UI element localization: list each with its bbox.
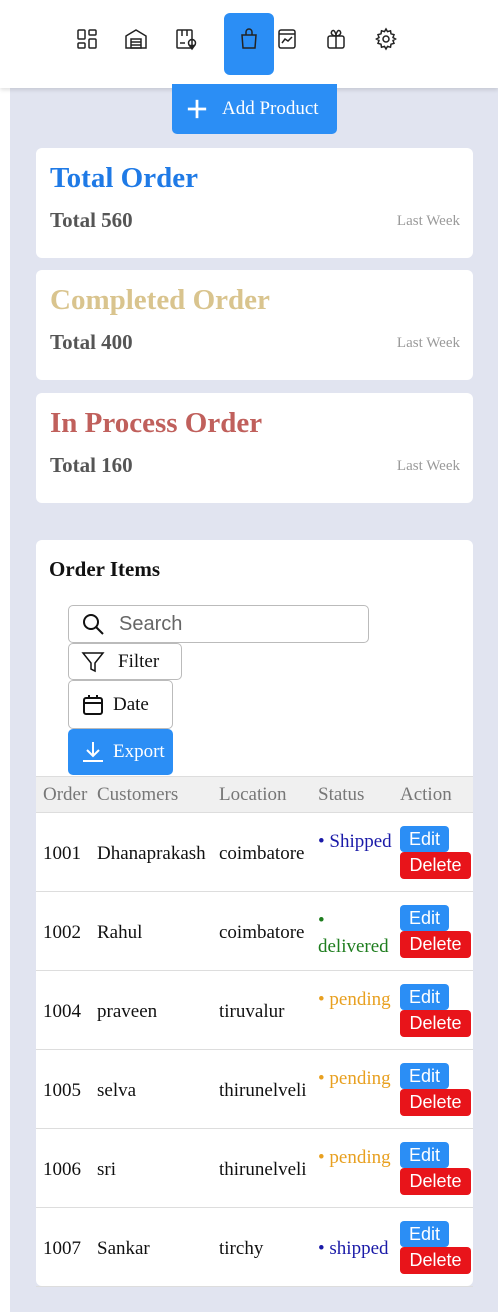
gift-icon [327,29,345,49]
customer-name: selva [97,1080,137,1101]
column-header-customers: Customers [97,784,179,805]
warehouse-icon [125,29,147,49]
total-order-card: Total Order Total 560 Last Week [36,148,473,258]
order-status: • shipped [318,1238,389,1259]
search-icon [83,614,104,635]
location: tirchy [219,1238,264,1259]
table-row: 1004 praveen tiruvalur • pending Edit De… [36,971,473,1050]
order-id: 1002 [43,922,81,943]
card-period: Last Week [396,458,460,474]
column-header-location: Location [219,784,287,805]
location: coimbatore [219,843,305,864]
table-row: 1001 Dhanaprakash coimbatore • Shipped E… [36,813,473,892]
completed-order-card: Completed Order Total 400 Last Week [36,270,473,380]
location: thirunelveli [219,1159,307,1180]
column-header-order: Order [43,784,88,805]
add-product-label: Add Product [222,98,319,119]
order-items-title: Order Items [49,557,160,581]
plus-icon [187,99,207,119]
delete-button[interactable]: Delete [400,931,471,958]
card-total: Total 160 [50,453,133,477]
order-id: 1004 [43,1001,81,1022]
order-status: • pending [318,989,391,1010]
nav-delivery[interactable] [161,13,211,75]
orders-table: Order Customers Location Status Action 1… [36,776,473,1287]
filter-label: Filter [118,650,160,672]
filter-icon [81,651,105,672]
table-row: 1006 sri thirunelveli • pending Edit Del… [36,1129,473,1208]
customer-name: Dhanaprakash [97,843,206,864]
order-status: • delivered [318,910,389,957]
delete-button[interactable]: Delete [400,1247,471,1274]
order-status: • pending [318,1068,391,1089]
customer-name: Sankar [97,1238,150,1259]
gear-icon [375,27,397,51]
location: tiruvalur [219,1001,285,1022]
table-row: 1002 Rahul coimbatore • delivered Edit D… [36,892,473,971]
filter-button[interactable]: Filter [68,643,182,680]
customer-name: praveen [97,1001,158,1022]
card-title: Completed Order [50,284,270,316]
nav-gifts[interactable] [311,13,361,75]
nav-warehouse[interactable] [111,13,161,75]
table-row: 1007 Sankar tirchy • shipped Edit Delete [36,1208,473,1287]
export-button[interactable]: Export [68,729,173,775]
date-label: Date [113,693,149,715]
order-items-panel: Order Items Filter Date Export Order Cus… [36,540,473,1287]
column-header-status: Status [318,784,365,805]
card-total: Total 560 [50,208,133,232]
delivery-box-icon [176,29,197,51]
order-id: 1007 [43,1238,81,1259]
export-label: Export [113,741,165,762]
column-header-action: Action [400,784,452,805]
calendar-icon [83,694,103,715]
location: coimbatore [219,922,305,943]
order-id: 1005 [43,1080,81,1101]
nav-analytics[interactable] [262,13,312,75]
in-process-order-card: In Process Order Total 160 Last Week [36,393,473,503]
delete-button[interactable]: Delete [400,852,471,879]
order-id: 1001 [43,843,81,864]
order-id: 1006 [43,1159,81,1180]
add-product-button[interactable]: Add Product [172,84,337,134]
analytics-icon [278,29,296,49]
delete-button[interactable]: Delete [400,1089,471,1116]
card-total: Total 400 [50,330,133,354]
date-button[interactable]: Date [68,680,173,729]
card-title: In Process Order [50,407,263,439]
delete-button[interactable]: Delete [400,1010,471,1037]
delete-button[interactable]: Delete [400,1168,471,1195]
edit-button[interactable]: Edit [400,1221,449,1247]
edit-button[interactable]: Edit [400,984,449,1010]
card-period: Last Week [396,213,460,229]
edit-button[interactable]: Edit [400,1142,449,1168]
customer-name: sri [97,1159,116,1180]
table-header: Order Customers Location Status Action [36,776,473,813]
card-title: Total Order [50,162,198,194]
order-status: • pending [318,1147,391,1168]
search-box[interactable] [68,605,369,643]
customer-name: Rahul [97,922,143,943]
order-status: • Shipped [318,831,392,852]
download-icon [83,742,103,762]
nav-dashboard[interactable] [62,13,112,75]
shopping-bag-icon [241,28,257,49]
edit-button[interactable]: Edit [400,905,449,931]
search-input[interactable] [119,612,339,636]
table-row: 1005 selva thirunelveli • pending Edit D… [36,1050,473,1129]
nav-settings[interactable] [361,13,411,75]
dashboard-icon [77,29,97,49]
edit-button[interactable]: Edit [400,1063,449,1089]
location: thirunelveli [219,1080,307,1101]
edit-button[interactable]: Edit [400,826,449,852]
card-period: Last Week [396,335,460,351]
top-navigation [0,0,498,88]
